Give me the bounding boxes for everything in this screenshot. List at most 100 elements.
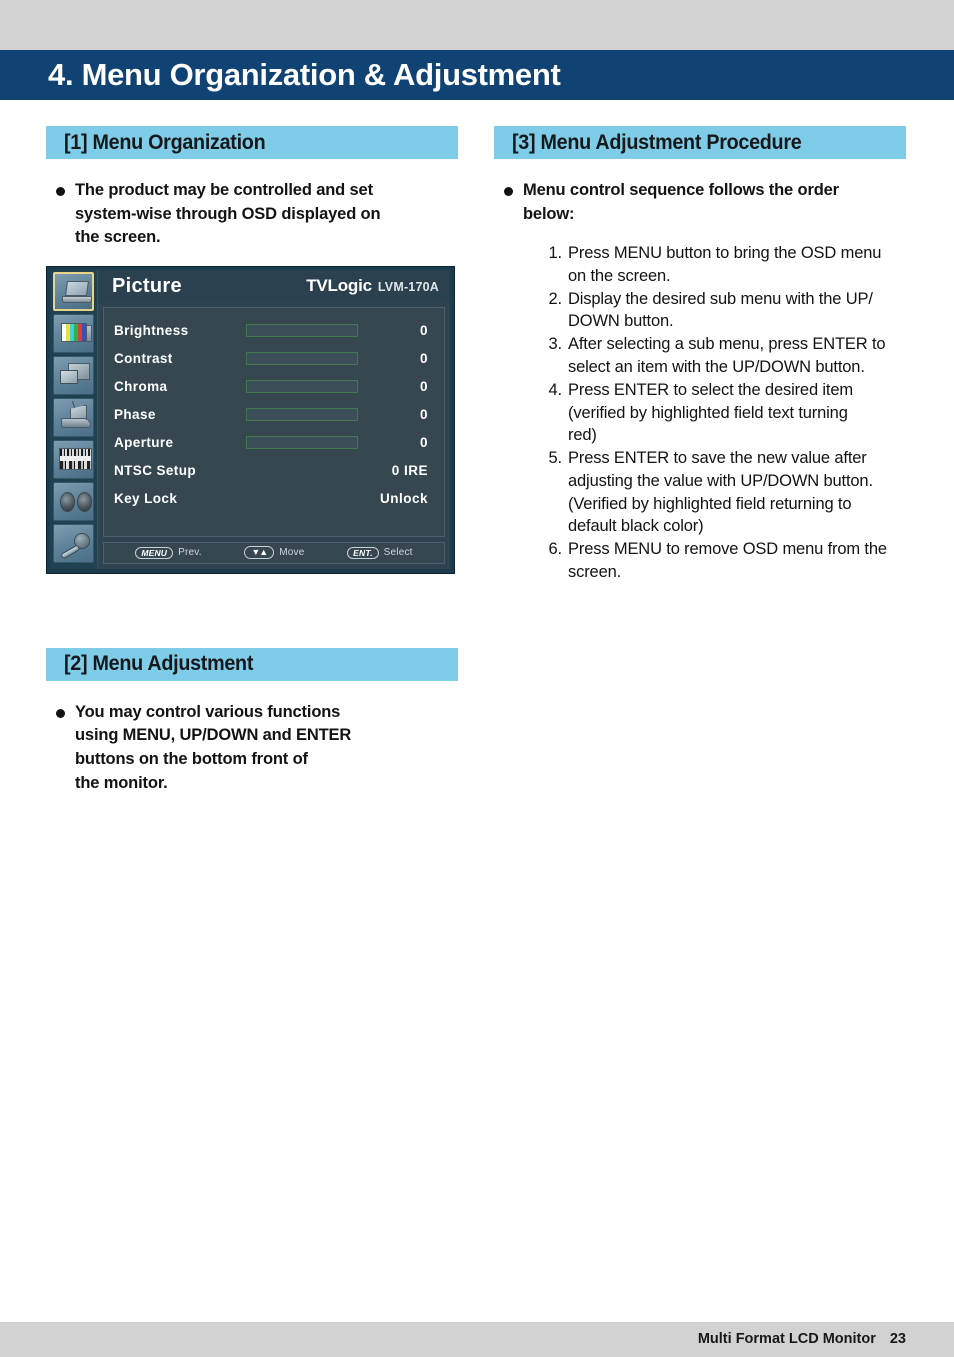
bullet-dot-icon	[56, 187, 65, 196]
step-number: 1.	[548, 244, 563, 263]
osd-row-label: Aperture	[114, 435, 174, 451]
osd-row-label: NTSC Setup	[114, 463, 197, 479]
bullet-menu-organization: The product may be controlled and set sy…	[46, 179, 458, 250]
projector-base-icon	[61, 417, 91, 428]
osd-row-label: Contrast	[114, 351, 173, 367]
osd-row-brightness[interactable]: Brightness 0	[114, 318, 434, 344]
speakers-icon	[60, 491, 75, 512]
list-item: 6. Press MENU to remove OSD menu from th…	[540, 538, 906, 584]
osd-row-value: 0 IRE	[391, 463, 428, 479]
osd-sidebar-item-source[interactable]	[53, 397, 94, 437]
list-item: 3. After selecting a sub menu, press ENT…	[540, 333, 906, 379]
bullet-menu-adjustment: You may control various functions using …	[46, 701, 458, 795]
left-column: [1] Menu Organization The product may be…	[46, 126, 458, 801]
osd-sidebar-item-setup[interactable]	[53, 523, 94, 563]
osd-slider-phase[interactable]	[246, 408, 358, 422]
osd-title-bar: Picture TVLogic LVM-170A	[98, 269, 450, 303]
osd-sidebar-item-color[interactable]	[53, 313, 94, 353]
osd-slider-chroma[interactable]	[246, 380, 358, 394]
osd-hint-select: ENT. Select	[347, 546, 413, 560]
monitor-base-icon	[62, 295, 92, 303]
osd-row-key-lock[interactable]: Key Lock Unlock	[114, 486, 434, 512]
osd-sidebar-item-picture[interactable]	[53, 271, 94, 311]
osd-row-value: 0	[419, 379, 428, 395]
osd-row-ntsc-setup[interactable]: NTSC Setup 0 IRE	[114, 458, 434, 484]
osd-hint-move: ▼▲ Move	[244, 546, 305, 560]
bullet-text: The product may be controlled and set sy…	[75, 181, 381, 247]
osd-hint-prev: MENU Prev.	[135, 546, 202, 560]
osd-row-aperture[interactable]: Aperture 0	[114, 430, 434, 456]
wrench-handle-icon	[60, 544, 81, 560]
osd-sidebar-item-waveform[interactable]	[53, 439, 94, 479]
osd-row-value: 0	[419, 435, 428, 451]
osd-hint-label: Move	[279, 547, 305, 559]
osd-sidebar	[50, 269, 97, 569]
step-text: Press ENTER to select the desired item (…	[568, 380, 853, 445]
osd-row-label: Key Lock	[114, 491, 178, 507]
step-text: After selecting a sub menu, press ENTER …	[568, 335, 886, 377]
color-bars-icon	[61, 322, 87, 342]
osd-slider-aperture[interactable]	[246, 436, 358, 450]
section-header-menu-organization: [1] Menu Organization	[46, 126, 458, 159]
bullet-text: Menu control sequence follows the order …	[523, 181, 839, 223]
section-header-adjustment-procedure: [3] Menu Adjustment Procedure	[494, 126, 906, 159]
osd-row-value: 0	[419, 407, 428, 423]
osd-row-value: 0	[419, 351, 428, 367]
menu-key-icon: MENU	[135, 546, 174, 560]
bullet-dot-icon	[504, 187, 513, 196]
enter-key-icon: ENT.	[347, 546, 379, 560]
list-item: 4. Press ENTER to select the desired ite…	[540, 379, 906, 447]
osd-row-contrast[interactable]: Contrast 0	[114, 346, 434, 372]
step-text: Press MENU to remove OSD menu from the s…	[568, 540, 887, 581]
chapter-title: 4. Menu Organization & Adjustment	[48, 57, 561, 92]
pip-front-screen-icon	[60, 369, 78, 384]
osd-slider-contrast[interactable]	[246, 352, 358, 366]
osd-row-label: Brightness	[114, 323, 189, 339]
osd-row-chroma[interactable]: Chroma 0	[114, 374, 434, 400]
waveform-icon	[59, 447, 92, 470]
osd-screenshot: Picture TVLogic LVM-170A Brightness 0 Co…	[46, 265, 455, 574]
osd-inner-frame: Picture TVLogic LVM-170A Brightness 0 Co…	[50, 269, 450, 569]
speaker-right-icon	[77, 491, 92, 512]
step-text: Press MENU button to bring the OSD menu …	[568, 244, 882, 285]
step-text: Press ENTER to save the new value after …	[568, 449, 873, 536]
footer-product-name: Multi Format LCD Monitor	[697, 1331, 876, 1347]
osd-row-phase[interactable]: Phase 0	[114, 402, 434, 428]
step-text: Display the desired sub menu with the UP…	[568, 289, 873, 331]
bullet-text: You may control various functions using …	[75, 702, 352, 792]
osd-hint-label: Prev.	[178, 547, 202, 559]
osd-hint-bar: MENU Prev. ▼▲ Move ENT. Select	[103, 541, 445, 564]
osd-menu-title: Picture	[112, 274, 182, 297]
osd-sidebar-item-audio[interactable]	[53, 481, 94, 521]
step-number: 6.	[548, 540, 563, 559]
osd-sidebar-item-pip[interactable]	[53, 355, 94, 395]
procedure-step-list: 1. Press MENU button to bring the OSD me…	[494, 242, 906, 583]
step-number: 5.	[548, 449, 563, 468]
osd-brand-name: TVLogic	[306, 276, 372, 296]
up-down-arrows-icon: ▼▲	[244, 546, 275, 560]
right-column: [3] Menu Adjustment Procedure Menu contr…	[494, 126, 906, 584]
osd-row-value: Unlock	[379, 491, 428, 507]
list-item: 2. Display the desired sub menu with the…	[540, 288, 906, 334]
step-number: 3.	[548, 335, 563, 354]
list-item: 5. Press ENTER to save the new value aft…	[540, 447, 906, 538]
osd-menu-list: Brightness 0 Contrast 0 Chroma 0 Phase 0…	[103, 306, 445, 537]
projector-tv-icon	[70, 404, 87, 419]
step-number: 2.	[548, 289, 563, 308]
osd-main-panel: Picture TVLogic LVM-170A Brightness 0 Co…	[97, 269, 450, 569]
list-item: 1. Press MENU button to bring the OSD me…	[540, 242, 906, 288]
osd-slider-brightness[interactable]	[246, 324, 358, 338]
osd-row-value: 0	[419, 323, 428, 339]
bullet-adjustment-procedure: Menu control sequence follows the order …	[494, 179, 906, 226]
osd-hint-label: Select	[383, 547, 413, 559]
footer: Multi Format LCD Monitor 23	[698, 1322, 906, 1357]
document-page: 4. Menu Organization & Adjustment [1] Me…	[0, 0, 954, 1357]
page-number: 23	[889, 1331, 906, 1347]
bullet-dot-icon	[56, 708, 65, 718]
section-header-menu-adjustment: [2] Menu Adjustment	[46, 647, 458, 681]
section-header-label: [1] Menu Organization	[64, 130, 266, 154]
step-number: 4.	[548, 380, 563, 399]
antenna-icon	[71, 400, 76, 408]
top-gray-band	[0, 0, 954, 50]
section-header-label: [2] Menu Adjustment	[64, 652, 254, 676]
